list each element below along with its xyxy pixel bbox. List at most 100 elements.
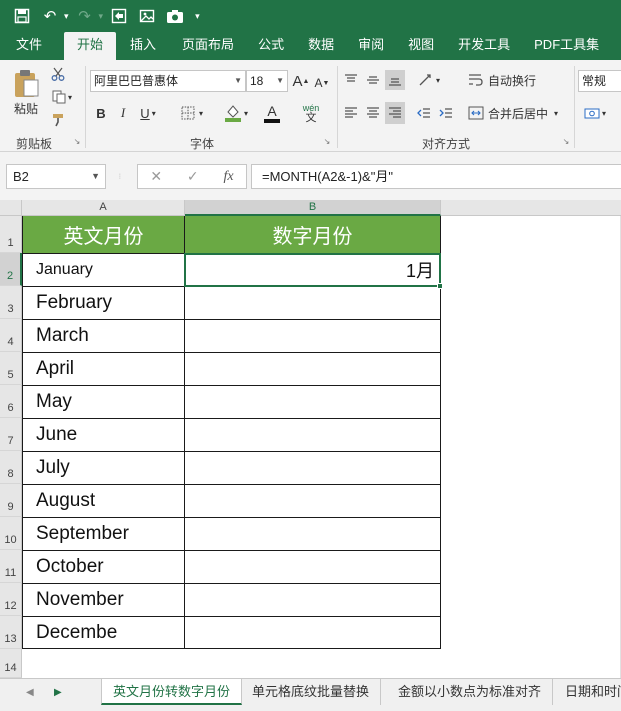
row-header-5[interactable]: 5 xyxy=(0,352,22,385)
fill-color-button[interactable]: ▾ xyxy=(219,100,253,126)
tab-home[interactable]: 开始 xyxy=(64,32,117,60)
column-header-c[interactable] xyxy=(441,200,621,216)
row-header-8[interactable]: 8 xyxy=(0,451,22,484)
orientation-button[interactable]: ▾ xyxy=(414,70,444,90)
cell-a3[interactable]: February xyxy=(23,287,184,319)
cut-button[interactable] xyxy=(48,64,68,84)
align-top-button[interactable] xyxy=(341,70,361,90)
cell-a9[interactable]: August xyxy=(23,485,184,517)
redo-icon[interactable]: ↷ xyxy=(73,4,97,28)
align-right-button[interactable] xyxy=(385,102,405,124)
cell-b4[interactable] xyxy=(185,320,440,352)
increase-font-button[interactable]: A ▲ xyxy=(292,71,310,91)
tab-developer[interactable]: 开发工具 xyxy=(444,32,520,60)
row-header-6[interactable]: 6 xyxy=(0,385,22,418)
header-cell-numeric-month[interactable]: 数字月份 xyxy=(185,216,440,253)
cancel-icon[interactable]: ✕ xyxy=(150,168,162,185)
camera-icon[interactable] xyxy=(163,4,187,28)
row-header-9[interactable]: 9 xyxy=(0,484,22,517)
align-center-button[interactable] xyxy=(363,102,383,124)
tab-review[interactable]: 审阅 xyxy=(344,32,394,60)
tab-insert[interactable]: 插入 xyxy=(116,32,166,60)
row-header-7[interactable]: 7 xyxy=(0,418,22,451)
screenshot-icon[interactable] xyxy=(107,4,131,28)
increase-indent-button[interactable] xyxy=(436,102,456,124)
insert-function-button[interactable]: fx xyxy=(223,169,233,185)
cell-b9[interactable] xyxy=(185,485,440,517)
customize-qat-icon[interactable]: ▾ xyxy=(195,11,200,22)
tab-file[interactable]: 文件 xyxy=(0,32,52,60)
row-header-2[interactable]: 2 xyxy=(0,253,22,286)
row-header-13[interactable]: 13 xyxy=(0,616,22,649)
select-all-button[interactable] xyxy=(0,200,22,216)
save-icon[interactable] xyxy=(10,4,34,28)
row-header-11[interactable]: 11 xyxy=(0,550,22,583)
font-launcher-icon[interactable]: ↘ xyxy=(322,136,332,146)
cell-a11[interactable]: October xyxy=(23,551,184,583)
paste-button[interactable]: 粘贴 xyxy=(8,66,44,118)
cell-a2[interactable]: January xyxy=(23,254,184,286)
cell-a4[interactable]: March xyxy=(23,320,184,352)
cell-b12[interactable] xyxy=(185,584,440,616)
column-header-b[interactable]: B xyxy=(185,200,441,216)
formula-input[interactable]: =MONTH(A2&-1)&"月" xyxy=(251,164,621,189)
row-header-4[interactable]: 4 xyxy=(0,319,22,352)
align-middle-button[interactable] xyxy=(363,70,383,90)
tab-formulas[interactable]: 公式 xyxy=(244,32,294,60)
cell-b8[interactable] xyxy=(185,452,440,484)
cell-a5[interactable]: April xyxy=(23,353,184,385)
row-header-1[interactable]: 1 xyxy=(0,216,22,253)
accounting-format-button[interactable]: ▾ xyxy=(580,102,610,124)
undo-icon[interactable]: ↶ xyxy=(38,4,62,28)
sheet-tab-english-to-number-month[interactable]: 英文月份转数字月份 xyxy=(101,679,243,705)
tab-pdf-tools[interactable]: PDF工具集 xyxy=(520,32,609,60)
cell-a6[interactable]: May xyxy=(23,386,184,418)
cell-a10[interactable]: September xyxy=(23,518,184,550)
tab-data[interactable]: 数据 xyxy=(294,32,344,60)
row-header-14[interactable]: 14 xyxy=(0,649,22,678)
photo-icon[interactable] xyxy=(135,4,159,28)
cell-b13[interactable] xyxy=(185,617,440,648)
italic-button[interactable]: I xyxy=(114,102,132,124)
name-box[interactable]: B2 ▼ xyxy=(6,164,106,189)
tab-view[interactable]: 视图 xyxy=(394,32,444,60)
fill-handle[interactable] xyxy=(437,283,443,289)
font-color-button[interactable]: A xyxy=(255,100,289,126)
cell-b6[interactable] xyxy=(185,386,440,418)
scroll-sheets-left-icon[interactable]: ◀ xyxy=(26,687,34,698)
font-name-select[interactable]: 阿里巴巴普惠体 ▼ xyxy=(90,70,246,92)
bold-button[interactable]: B xyxy=(92,102,110,124)
cell-a12[interactable]: November xyxy=(23,584,184,616)
underline-button[interactable]: U ▾ xyxy=(136,102,160,124)
row-header-12[interactable]: 12 xyxy=(0,583,22,616)
row-header-3[interactable]: 3 xyxy=(0,286,22,319)
borders-button[interactable]: ▾ xyxy=(175,102,209,124)
decrease-indent-button[interactable] xyxy=(414,102,434,124)
cell-a7[interactable]: June xyxy=(23,419,184,451)
clipboard-launcher-icon[interactable]: ↘ xyxy=(72,136,82,146)
cell-b10[interactable] xyxy=(185,518,440,550)
cell-a13[interactable]: Decembe xyxy=(23,617,184,648)
number-format-select[interactable]: 常规 xyxy=(578,70,621,92)
cell-b11[interactable] xyxy=(185,551,440,583)
align-bottom-button[interactable] xyxy=(385,70,405,90)
align-left-button[interactable] xyxy=(341,102,361,124)
cell-b7[interactable] xyxy=(185,419,440,451)
decrease-font-button[interactable]: A ▼ xyxy=(313,73,331,93)
cell-b5[interactable] xyxy=(185,353,440,385)
wrap-text-button[interactable]: 自动换行 xyxy=(468,70,548,90)
scroll-sheets-right-icon[interactable]: ▶ xyxy=(54,687,62,698)
row-header-10[interactable]: 10 xyxy=(0,517,22,550)
merge-center-button[interactable]: 合并后居中 ▾ xyxy=(468,102,568,124)
undo-dropdown-icon[interactable]: ▾ xyxy=(64,11,69,22)
sheet-tab-batch-replace-shading[interactable]: 单元格底纹批量替换 xyxy=(241,679,382,705)
sheet-tab-date-and-time[interactable]: 日期和时间 xyxy=(554,679,621,705)
sheet-tab-align-amounts-decimal[interactable]: 金额以小数点为标准对齐 xyxy=(387,679,554,705)
formula-bar-grip-icon[interactable]: ⋮ xyxy=(116,169,124,185)
header-cell-english-month[interactable]: 英文月份 xyxy=(23,216,184,253)
tab-page-layout[interactable]: 页面布局 xyxy=(166,32,244,60)
alignment-launcher-icon[interactable]: ↘ xyxy=(561,136,571,146)
format-painter-button[interactable] xyxy=(48,110,68,130)
enter-icon[interactable]: ✓ xyxy=(187,168,199,185)
cell-b3[interactable] xyxy=(185,287,440,319)
